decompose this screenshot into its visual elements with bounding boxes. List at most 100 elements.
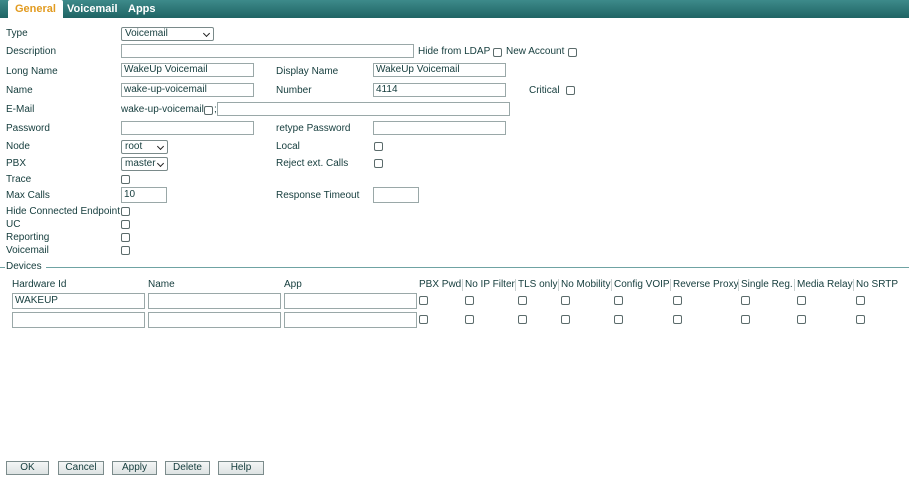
new-account-label: New Account [506, 46, 565, 57]
voicemail-label: Voicemail [6, 245, 49, 256]
config-voip-checkbox[interactable] [614, 296, 623, 305]
uc-checkbox[interactable] [121, 220, 130, 229]
password-input[interactable] [121, 121, 254, 135]
email-prefix: wake-up-voicemail [121, 104, 204, 115]
hide-connected-endpoint-checkbox[interactable] [121, 207, 130, 216]
display-name-label: Display Name [276, 66, 339, 77]
max-calls-label: Max Calls [6, 190, 50, 201]
reject-ext-calls-checkbox[interactable] [374, 159, 383, 168]
tls-only-checkbox[interactable] [518, 296, 527, 305]
col-no-ip-filter: No IP Filter [465, 279, 515, 290]
tab-voicemail[interactable]: Voicemail [67, 0, 118, 18]
help-button[interactable]: Help [218, 461, 264, 475]
devices-legend: Devices [6, 261, 42, 272]
response-timeout-label: Response Timeout [276, 190, 360, 201]
col-separator [738, 279, 739, 291]
reporting-checkbox[interactable] [121, 233, 130, 242]
long-name-input[interactable]: WakeUp Voicemail [121, 63, 254, 77]
col-single-reg: Single Reg. [741, 279, 793, 290]
apply-button[interactable]: Apply [112, 461, 157, 475]
node-label: Node [6, 141, 30, 152]
type-select[interactable]: Voicemail [121, 27, 214, 41]
col-config-voip: Config VOIP [614, 279, 670, 290]
trace-checkbox[interactable] [121, 175, 130, 184]
local-checkbox[interactable] [374, 142, 383, 151]
media-relay-checkbox[interactable] [797, 315, 806, 324]
retype-password-input[interactable] [373, 121, 506, 135]
no-mobility-checkbox[interactable] [561, 315, 570, 324]
uc-label: UC [6, 219, 21, 230]
email-input[interactable] [217, 102, 510, 116]
col-pbx-pwd: PBX Pwd [419, 279, 462, 290]
hide-from-ldap-checkbox[interactable] [493, 48, 502, 57]
no-ip-filter-checkbox[interactable] [465, 315, 474, 324]
node-select[interactable]: root [121, 140, 168, 154]
local-label: Local [276, 141, 300, 152]
media-relay-checkbox[interactable] [797, 296, 806, 305]
col-separator [515, 279, 516, 291]
trace-label: Trace [6, 174, 32, 185]
pbx-pwd-checkbox[interactable] [419, 315, 428, 324]
col-app: App [284, 279, 302, 290]
reverse-proxy-checkbox[interactable] [673, 315, 682, 324]
device-name-input[interactable] [148, 312, 281, 328]
retype-password-label: retype Password [276, 123, 351, 134]
critical-label: Critical [529, 85, 560, 96]
col-no-srtp: No SRTP [856, 279, 899, 290]
config-voip-checkbox[interactable] [614, 315, 623, 324]
col-separator [794, 279, 795, 291]
description-label: Description [6, 46, 57, 57]
ok-button[interactable]: OK [6, 461, 49, 475]
response-timeout-input[interactable] [373, 187, 419, 203]
name-input[interactable]: wake-up-voicemail [121, 83, 254, 97]
col-separator [611, 279, 612, 291]
col-name: Name [148, 279, 175, 290]
hardware-id-input[interactable]: WAKEUP [12, 293, 145, 309]
type-label: Type [6, 28, 28, 39]
col-separator [853, 279, 854, 291]
single-reg-checkbox[interactable] [741, 296, 750, 305]
description-input[interactable] [121, 44, 414, 58]
critical-checkbox[interactable] [566, 86, 575, 95]
new-account-checkbox[interactable] [568, 48, 577, 57]
device-name-input[interactable] [148, 293, 281, 309]
pbx-pwd-checkbox[interactable] [419, 296, 428, 305]
col-no-mobility: No Mobility [561, 279, 611, 290]
single-reg-checkbox[interactable] [741, 315, 750, 324]
hide-connected-endpoint-label: Hide Connected Endpoint [6, 206, 120, 217]
number-label: Number [276, 85, 312, 96]
col-separator [462, 279, 463, 291]
reverse-proxy-checkbox[interactable] [673, 296, 682, 305]
email-label: E-Mail [6, 104, 35, 115]
max-calls-input[interactable]: 10 [121, 187, 167, 203]
tab-general[interactable]: General [8, 0, 63, 18]
no-mobility-checkbox[interactable] [561, 296, 570, 305]
device-app-input[interactable] [284, 293, 417, 309]
col-separator [670, 279, 671, 291]
no-srtp-checkbox[interactable] [856, 315, 865, 324]
devices-rule-left [0, 267, 5, 268]
hardware-id-input[interactable] [12, 312, 145, 328]
no-srtp-checkbox[interactable] [856, 296, 865, 305]
devices-rule [46, 267, 909, 268]
long-name-label: Long Name [6, 66, 58, 77]
device-app-input[interactable] [284, 312, 417, 328]
col-separator [558, 279, 559, 291]
no-ip-filter-checkbox[interactable] [465, 296, 474, 305]
cancel-button[interactable]: Cancel [58, 461, 104, 475]
tab-bar: General Voicemail Apps [0, 0, 909, 18]
pbx-label: PBX [6, 158, 27, 169]
tab-apps[interactable]: Apps [128, 0, 156, 18]
display-name-input[interactable]: WakeUp Voicemail [373, 63, 506, 77]
reporting-label: Reporting [6, 232, 50, 243]
col-hardware-id: Hardware Id [12, 279, 67, 290]
pbx-select[interactable]: master [121, 157, 168, 171]
voicemail-checkbox[interactable] [121, 246, 130, 255]
delete-button[interactable]: Delete [165, 461, 210, 475]
name-label: Name [6, 85, 33, 96]
col-reverse-proxy: Reverse Proxy [673, 279, 739, 290]
tls-only-checkbox[interactable] [518, 315, 527, 324]
number-input[interactable]: 4114 [373, 83, 506, 97]
email-checkbox[interactable] [204, 106, 213, 115]
password-label: Password [6, 123, 50, 134]
